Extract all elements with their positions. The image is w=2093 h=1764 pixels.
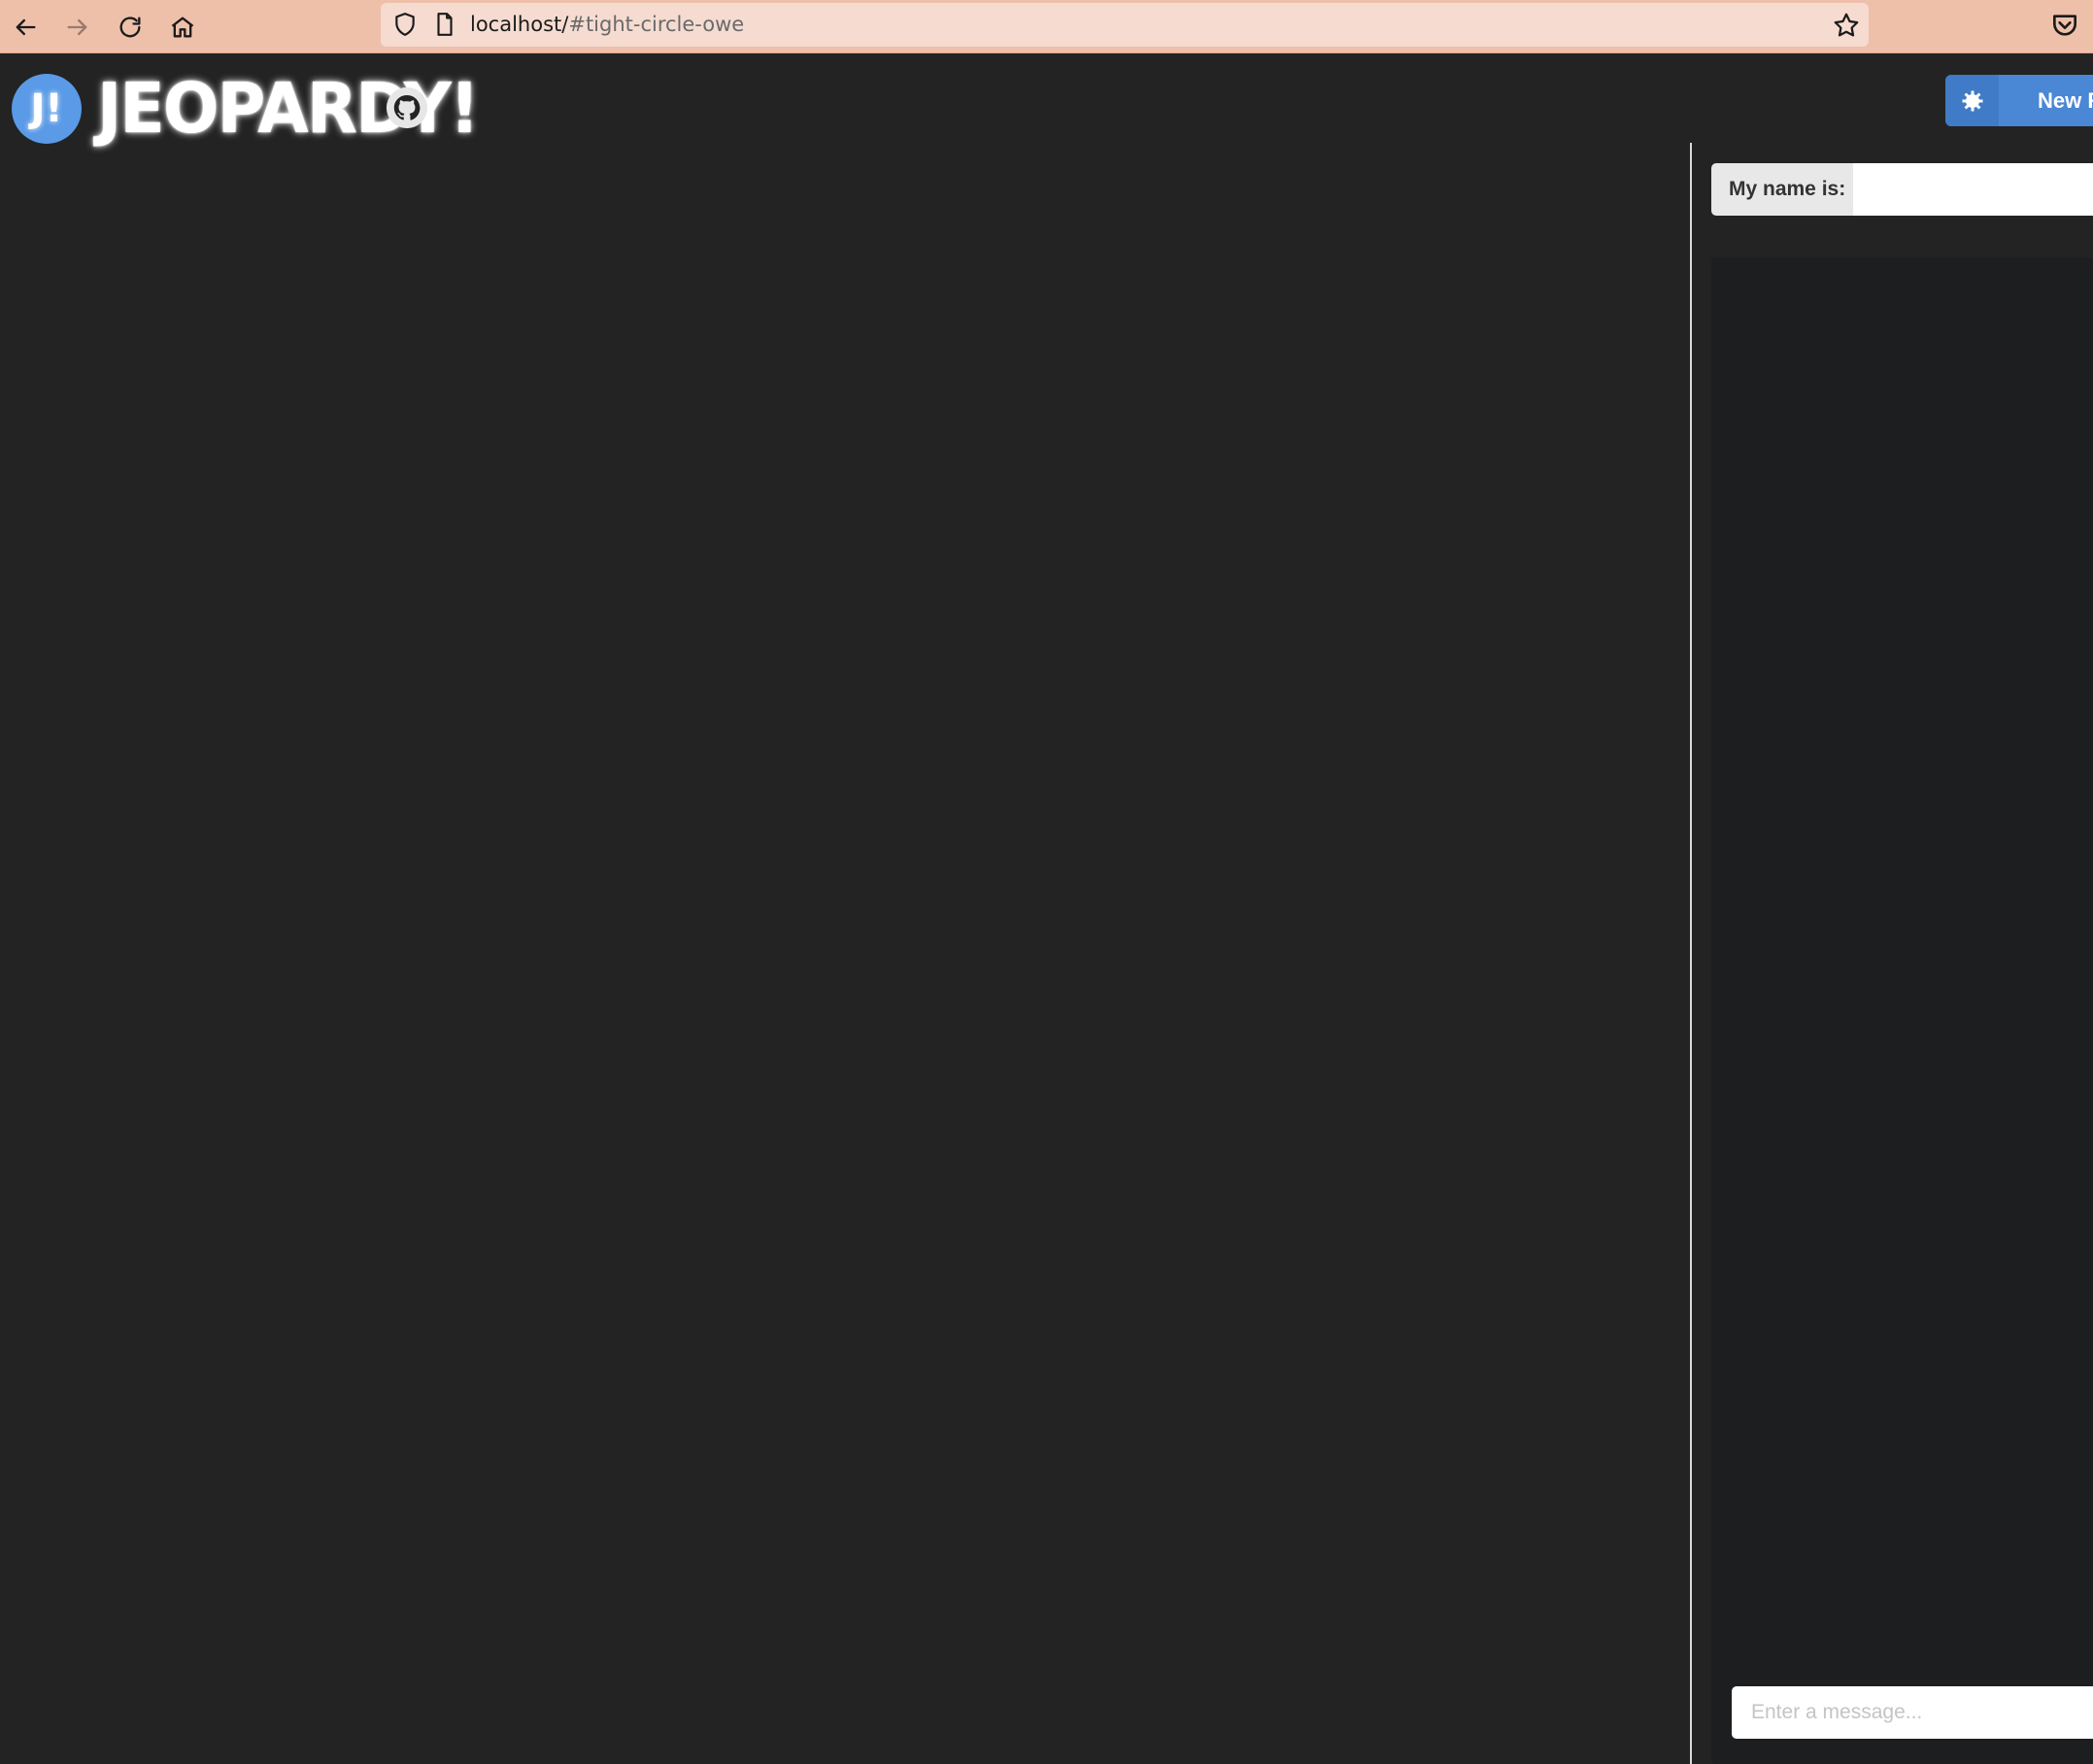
new-room-icon-wrap: [1945, 75, 1999, 126]
gear-icon: [1962, 90, 1982, 111]
name-input[interactable]: [1853, 163, 2093, 216]
app-logo[interactable]: J!: [12, 74, 82, 144]
url-host: localhost/: [470, 13, 569, 36]
chat-message-input[interactable]: [1732, 1686, 2093, 1739]
address-bar[interactable]: localhost/#tight-circle-owe: [381, 3, 1869, 47]
browser-toolbar: localhost/#tight-circle-owe: [0, 0, 2093, 53]
url-text[interactable]: localhost/#tight-circle-owe: [470, 13, 744, 36]
chat-panel: [1711, 257, 2093, 1764]
github-icon[interactable]: [385, 85, 429, 130]
home-icon: [171, 17, 194, 38]
url-fragment: #tight-circle-owe: [568, 13, 745, 36]
back-icon: [16, 18, 36, 36]
home-button[interactable]: [163, 8, 202, 47]
forward-button[interactable]: [58, 8, 97, 47]
pocket-icon[interactable]: [2049, 10, 2080, 41]
name-label: My name is:: [1711, 163, 1853, 216]
new-room-button[interactable]: New R: [1945, 75, 2093, 126]
page-icon[interactable]: [432, 12, 457, 37]
new-room-label: New R: [2038, 88, 2093, 113]
back-button[interactable]: [6, 8, 45, 47]
shield-icon[interactable]: [392, 12, 418, 37]
reload-icon: [119, 17, 141, 38]
star-icon[interactable]: [1832, 11, 1861, 40]
forward-icon: [67, 18, 87, 36]
reload-button[interactable]: [111, 8, 150, 47]
main-content-area: [0, 143, 1690, 1764]
sidebar-divider: [1690, 143, 1692, 1764]
